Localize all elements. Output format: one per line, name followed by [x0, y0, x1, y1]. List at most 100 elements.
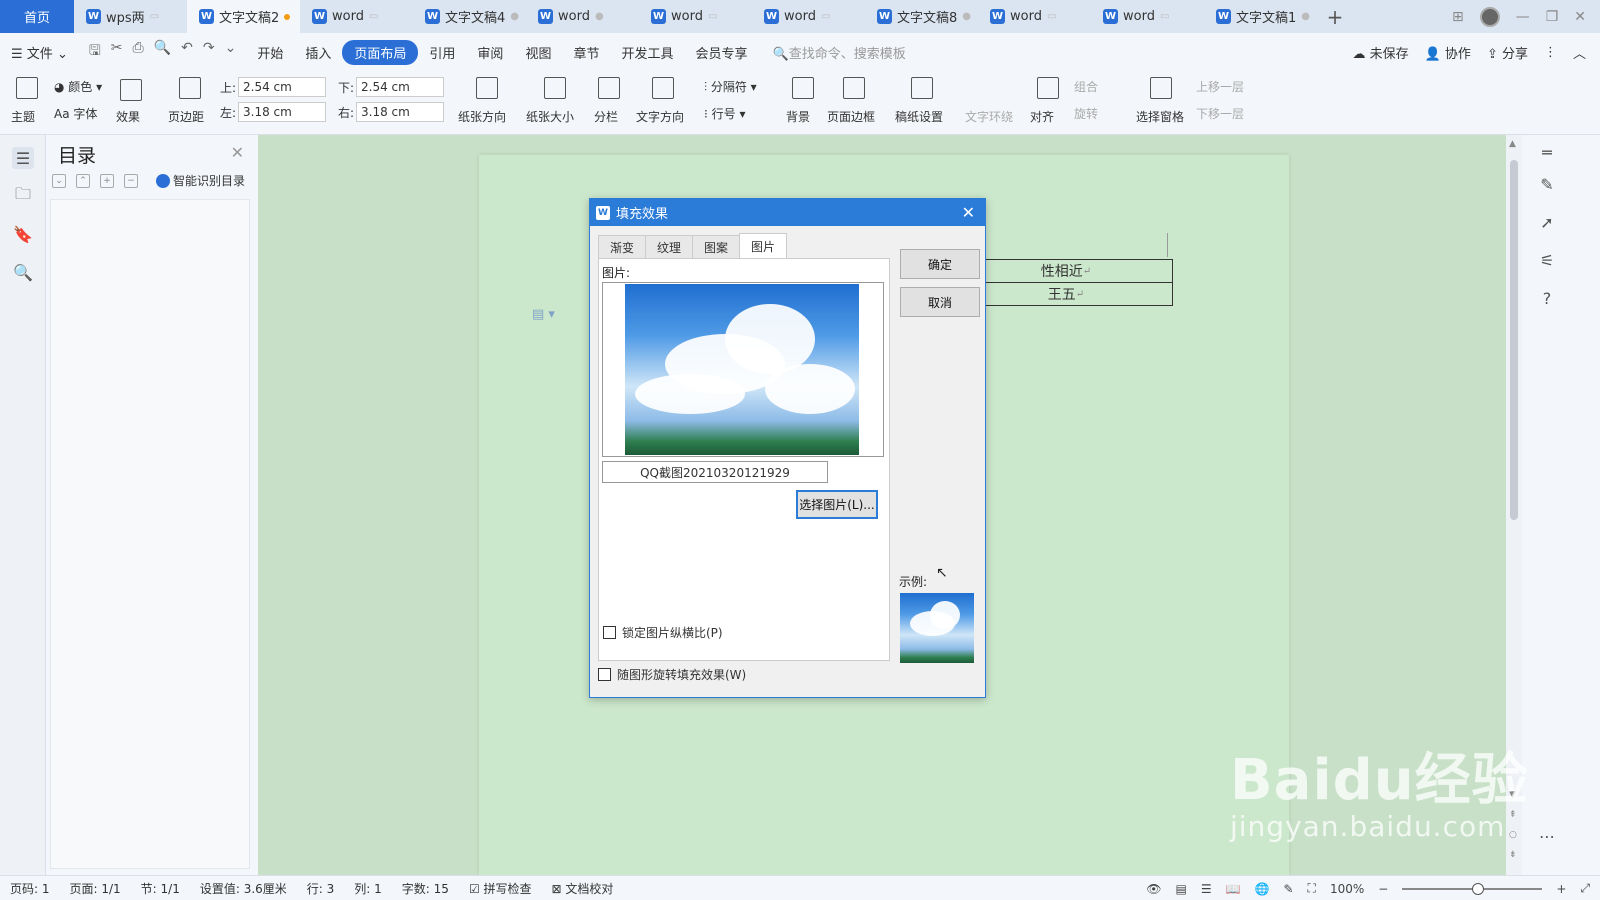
menu-start[interactable]: 开始 — [246, 43, 294, 62]
remove-icon[interactable]: − — [124, 173, 138, 188]
web-view-icon[interactable]: 🌐 — [1255, 882, 1270, 896]
status-row[interactable]: 行: 3 — [297, 880, 345, 897]
print-preview-icon[interactable]: 🔍 — [154, 40, 171, 64]
scroll-up-icon[interactable]: ▲ — [1509, 139, 1516, 149]
zoom-slider-knob[interactable] — [1472, 882, 1485, 895]
chapter-nav-icon[interactable]: 🗀 — [12, 184, 34, 207]
add-icon[interactable]: + — [100, 173, 114, 188]
page-view-icon[interactable]: ▤ — [1175, 882, 1186, 896]
columns-button[interactable]: 分栏 — [594, 108, 618, 125]
align-button[interactable]: 对齐 — [1030, 108, 1054, 125]
tab-picture[interactable]: 图片 — [739, 233, 788, 259]
zoom-in-icon[interactable]: + — [1556, 882, 1566, 896]
paper-size-button[interactable]: 纸张大小 — [526, 108, 574, 125]
avatar[interactable] — [1479, 6, 1500, 27]
group-button[interactable]: 组合 — [1074, 78, 1098, 95]
more-options-icon[interactable]: ⋮ — [1544, 45, 1557, 60]
select-picture-button[interactable]: 选择图片(L)... — [796, 490, 878, 519]
menu-references[interactable]: 引用 — [418, 43, 466, 62]
expand-icon[interactable]: ⌄ — [52, 173, 66, 188]
collapse-icon[interactable]: ⌃ — [76, 173, 90, 188]
zoom-level[interactable]: 100% — [1330, 882, 1364, 896]
minimize-icon[interactable]: — — [1516, 9, 1530, 25]
rotate-button[interactable]: 旋转 — [1074, 105, 1098, 122]
write-view-icon[interactable]: ✎ — [1283, 882, 1293, 896]
print-icon[interactable]: ⎙ — [133, 40, 144, 64]
tab-gradient[interactable]: 渐变 — [598, 235, 647, 259]
redo-icon[interactable]: ↷ — [203, 40, 215, 64]
line-number-button[interactable]: ⁝ 行号 ▾ — [704, 105, 746, 122]
status-pages[interactable]: 页面: 1/1 — [60, 880, 131, 897]
rotate-with-shape-checkbox[interactable]: 随图形旋转填充效果(W) — [598, 666, 746, 683]
doc-tab[interactable]: Wword ▭ — [300, 0, 413, 33]
background-button[interactable]: 背景 — [786, 108, 810, 125]
table-cell[interactable]: 王五 ↵ — [959, 282, 1173, 306]
close-icon[interactable]: ✕ — [962, 203, 975, 222]
close-icon[interactable]: ✕ — [231, 143, 244, 162]
doc-tab[interactable]: Wword ▭ — [1091, 0, 1204, 33]
orientation-button[interactable]: 纸张方向 — [458, 108, 506, 125]
save-icon[interactable]: 🖫 — [89, 40, 101, 64]
menu-view[interactable]: 视图 — [514, 43, 562, 62]
doc-tab[interactable]: Wword ● — [526, 0, 639, 33]
status-col[interactable]: 列: 1 — [344, 880, 392, 897]
outline-view-icon[interactable]: ☰ — [1201, 882, 1212, 896]
collapse-panel-icon[interactable]: ═ — [1536, 141, 1558, 163]
font-button[interactable]: Aa 字体 — [54, 105, 97, 122]
breaks-button[interactable]: ⫶ 分隔符 ▾ — [704, 78, 757, 95]
select-pointer-icon[interactable]: ➚ — [1536, 211, 1558, 233]
restore-icon[interactable]: ❐ — [1546, 9, 1559, 25]
settings-sliders-icon[interactable]: ⚟ — [1536, 249, 1558, 271]
bottom-margin-input[interactable]: 2.54 cm — [356, 77, 444, 97]
close-icon[interactable]: ✕ — [1574, 9, 1586, 25]
theme-button[interactable]: 主题 — [11, 108, 35, 125]
text-wrap-button[interactable]: 文字环绕 — [965, 108, 1013, 125]
scrollbar-thumb[interactable] — [1510, 160, 1518, 520]
selection-pane-button[interactable]: 选择窗格 — [1136, 108, 1184, 125]
doc-tab[interactable]: W 文字文稿4 ● — [413, 0, 526, 33]
command-search[interactable]: 🔍查找命令、搜索模板 — [759, 43, 906, 62]
paste-options-icon[interactable]: ▤ ▾ — [532, 307, 555, 322]
color-button[interactable]: ◕ 颜色 ▾ — [54, 78, 102, 95]
menu-chapter[interactable]: 章节 — [562, 43, 610, 62]
status-section[interactable]: 节: 1/1 — [131, 880, 190, 897]
doc-tab[interactable]: W 文字文稿8 ● — [865, 0, 978, 33]
menu-review[interactable]: 审阅 — [466, 43, 514, 62]
smart-toc-button[interactable]: 智能识别目录 — [156, 172, 245, 189]
menu-page-layout[interactable]: 页面布局 — [342, 39, 419, 65]
right-margin-input[interactable]: 3.18 cm — [356, 102, 444, 122]
undo-icon[interactable]: ↶ — [181, 40, 193, 64]
new-tab-button[interactable]: + — [1317, 0, 1353, 33]
ok-button[interactable]: 确定 — [900, 249, 980, 279]
collab-button[interactable]: 👤 协作 — [1425, 43, 1471, 62]
spell-check-button[interactable]: ☑ 拼写检查 — [459, 880, 542, 897]
fullscreen-icon[interactable]: ⤢ — [1580, 881, 1590, 896]
checkbox-box[interactable] — [603, 626, 616, 639]
status-setting[interactable]: 设置值: 3.6厘米 — [190, 880, 297, 897]
zoom-slider[interactable] — [1402, 882, 1543, 895]
zoom-out-icon[interactable]: − — [1378, 882, 1388, 896]
layout-icon[interactable]: ⊞ — [1452, 9, 1464, 25]
tab-pattern[interactable]: 图案 — [692, 235, 741, 259]
checkbox-box[interactable] — [598, 668, 611, 681]
bring-forward-button[interactable]: 上移一层 — [1196, 78, 1244, 95]
edit-icon[interactable]: ✎ — [1536, 173, 1558, 195]
menu-insert[interactable]: 插入 — [294, 43, 342, 62]
top-margin-input[interactable]: 2.54 cm — [238, 77, 326, 97]
doc-tab[interactable]: Wwps两 ▭ — [74, 0, 187, 33]
doc-tab[interactable]: W 文字文稿1 ● — [1204, 0, 1317, 33]
doc-tab[interactable]: Wword ▭ — [752, 0, 865, 33]
margins-button[interactable]: 页边距 — [168, 108, 204, 125]
eye-protection-icon[interactable]: 👁 — [1146, 882, 1161, 896]
file-menu[interactable]: ☰ 文件 ⌄ — [0, 43, 79, 62]
table-cell[interactable]: 性相近 ↵ — [959, 259, 1173, 283]
menu-member[interactable]: 会员专享 — [684, 43, 758, 62]
toc-icon[interactable]: ☰ — [12, 147, 34, 169]
lock-ratio-checkbox[interactable]: 锁定图片纵横比(P) — [603, 624, 723, 641]
page-border-button[interactable]: 页面边框 — [827, 108, 875, 125]
proofread-button[interactable]: ⊠ 文档校对 — [542, 880, 624, 897]
doc-tab-active[interactable]: W 文字文稿2 — [187, 0, 300, 33]
help-icon[interactable]: ? — [1536, 287, 1558, 309]
next-page-icon[interactable]: ⇟ — [1509, 850, 1517, 860]
menu-developer[interactable]: 开发工具 — [610, 43, 684, 62]
